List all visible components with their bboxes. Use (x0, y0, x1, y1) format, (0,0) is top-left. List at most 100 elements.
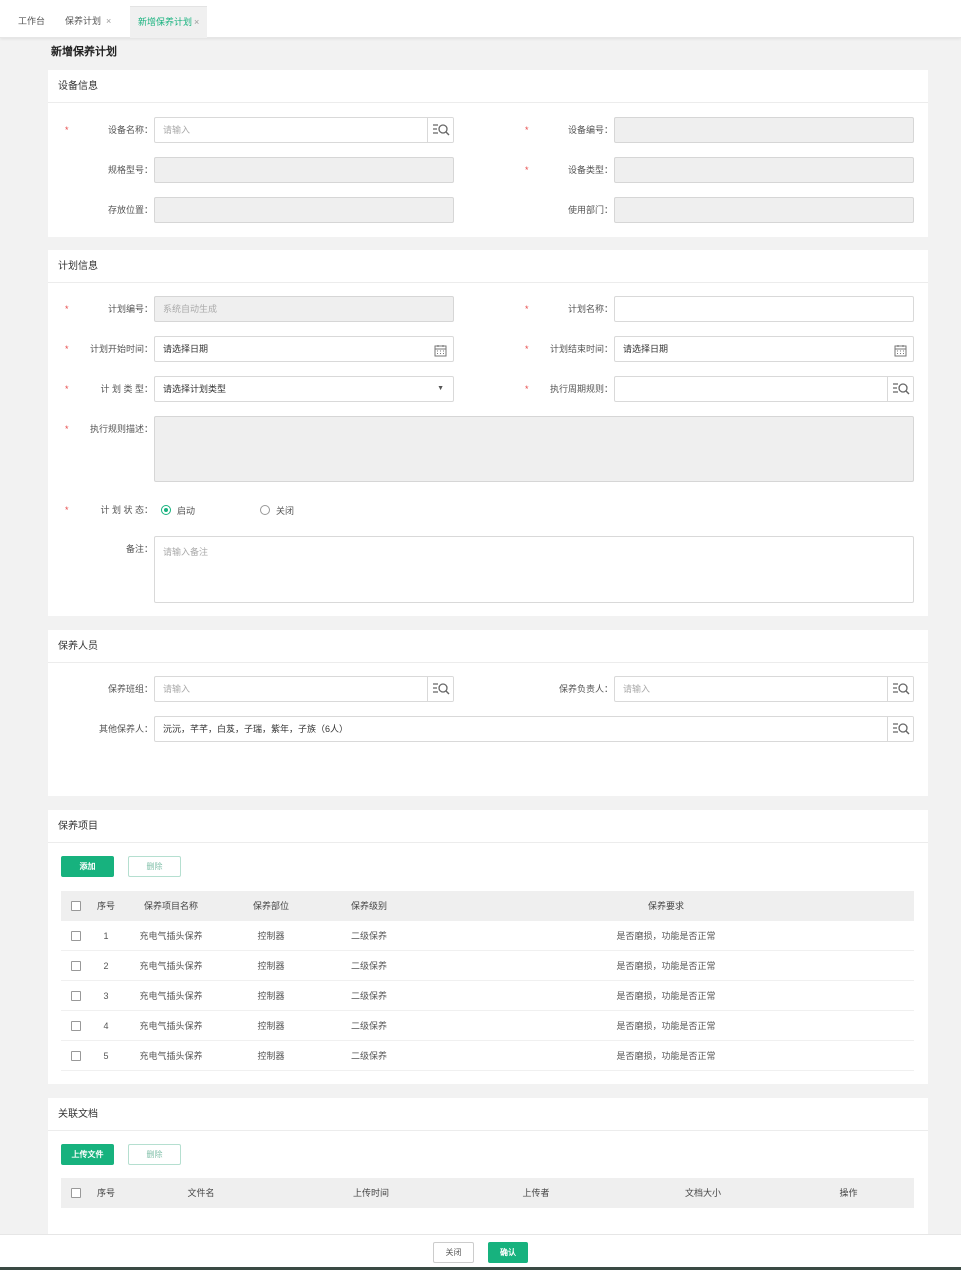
section-title: 保养人员 (48, 630, 928, 663)
row-checkbox[interactable] (71, 1021, 81, 1031)
lookup-search-icon[interactable] (887, 377, 913, 401)
select-all-checkbox[interactable] (71, 1188, 81, 1198)
table-row[interactable]: 3 充电气插头保养 控制器 二级保养 是否磨损，功能是否正常 (61, 981, 914, 1011)
column-header: 序号 (96, 901, 115, 911)
plan-no-field: 系统自动生成 (154, 296, 454, 322)
device-type-label: 设备类型： (567, 165, 613, 175)
table-cell: 二级保养 (350, 961, 387, 971)
table-cell: 3 (103, 991, 109, 1001)
radio-selected-icon[interactable] (161, 505, 171, 515)
page-title: 新增保养计划 (51, 46, 117, 58)
table-cell: 充电气插头保养 (139, 931, 203, 941)
column-header: 上传时间 (352, 1188, 389, 1198)
lookup-search-icon[interactable] (887, 677, 913, 701)
location-field (154, 197, 454, 223)
delete-doc-button[interactable]: 删除 (128, 1144, 181, 1165)
column-header: 保养部位 (252, 901, 289, 911)
leader-input[interactable]: 请输入 (614, 676, 914, 702)
table-header: 序号 文件名 上传时间 上传者 文档大小 操作 (61, 1178, 914, 1208)
calendar-icon[interactable] (434, 342, 447, 361)
add-item-button[interactable]: 添加 (61, 856, 114, 877)
required-mark: * (65, 344, 69, 354)
row-checkbox[interactable] (71, 931, 81, 941)
close-icon[interactable]: × (194, 17, 199, 27)
row-checkbox[interactable] (71, 961, 81, 971)
table-cell: 4 (103, 1021, 109, 1031)
cycle-rule-input[interactable] (614, 376, 914, 402)
column-header: 序号 (96, 1188, 115, 1198)
chevron-down-icon[interactable]: ▼ (437, 377, 444, 401)
lookup-search-icon[interactable] (427, 118, 453, 142)
plan-name-label: 计划名称： (567, 304, 613, 314)
upload-file-button[interactable]: 上传文件 (61, 1144, 114, 1165)
status-radio-off[interactable]: 关闭 (260, 497, 294, 523)
section-title: 关联文档 (48, 1098, 928, 1131)
lookup-search-icon[interactable] (887, 717, 913, 741)
table-row[interactable]: 4 充电气插头保养 控制器 二级保养 是否磨损，功能是否正常 (61, 1011, 914, 1041)
required-mark: * (525, 165, 529, 175)
calendar-icon[interactable] (894, 342, 907, 361)
table-cell: 是否磨损，功能是否正常 (616, 961, 716, 971)
table-row[interactable]: 2 充电气插头保养 控制器 二级保养 是否磨损，功能是否正常 (61, 951, 914, 981)
table-cell: 控制器 (257, 1051, 285, 1061)
remark-textarea[interactable]: 请输入备注 (154, 536, 914, 603)
end-date-picker[interactable]: 请选择日期 (614, 336, 914, 362)
table-cell: 控制器 (257, 961, 285, 971)
table-cell: 1 (103, 931, 109, 941)
table-cell: 二级保养 (350, 1021, 387, 1031)
required-mark: * (525, 344, 529, 354)
device-name-input[interactable]: 请输入 (154, 117, 454, 143)
staff-card: 保养人员 保养班组： 请输入 保养负责人： 请输入 其他保养人： 沅沅，芊芊，白… (48, 630, 928, 796)
tab-maintenance-plan[interactable]: 保养计划 × (57, 6, 119, 38)
tab-new-maintenance-plan[interactable]: 新增保养计划 × (130, 6, 208, 38)
table-cell: 2 (103, 961, 109, 971)
radio-icon[interactable] (260, 505, 270, 515)
team-label: 保养班组： (107, 684, 153, 694)
tab-bar: 工作台 保养计划 × 新增保养计划 × (0, 0, 961, 38)
plan-status-label: 计 划 状 态： (100, 505, 153, 515)
table-row[interactable]: 1 充电气插头保养 控制器 二级保养 是否磨损，功能是否正常 (61, 921, 914, 951)
required-mark: * (65, 384, 69, 394)
column-header: 保养项目名称 (143, 901, 198, 911)
required-mark: * (65, 304, 69, 314)
table-cell: 控制器 (257, 1021, 285, 1031)
column-header: 保养级别 (350, 901, 387, 911)
dept-label: 使用部门： (567, 205, 613, 215)
footer-bar: 关闭 确认 (0, 1234, 961, 1270)
lookup-search-icon[interactable] (427, 677, 453, 701)
docs-card: 关联文档 上传文件 删除 序号 文件名 上传时间 上传者 文档大小 操作 (48, 1098, 928, 1238)
status-radio-on[interactable]: 启动 (161, 497, 195, 523)
others-label: 其他保养人： (98, 724, 153, 734)
table-row[interactable]: 5 充电气插头保养 控制器 二级保养 是否磨损，功能是否正常 (61, 1041, 914, 1071)
device-no-label: 设备编号： (567, 125, 613, 135)
row-checkbox[interactable] (71, 991, 81, 1001)
device-info-card: 设备信息 * 设备名称： 请输入 * 设备编号： 规格型号： * 设备类型： 存… (48, 70, 928, 237)
confirm-button[interactable]: 确认 (488, 1242, 528, 1263)
column-header: 保养要求 (647, 901, 684, 911)
row-checkbox[interactable] (71, 1051, 81, 1061)
select-all-checkbox[interactable] (71, 901, 81, 911)
leader-label: 保养负责人： (558, 684, 613, 694)
table-cell: 是否磨损，功能是否正常 (616, 991, 716, 1001)
docs-table: 序号 文件名 上传时间 上传者 文档大小 操作 (61, 1178, 914, 1208)
section-title: 保养项目 (48, 810, 928, 843)
required-mark: * (65, 505, 69, 515)
cycle-rule-label: 执行周期规则： (549, 384, 613, 394)
rule-desc-label: 执行规则描述： (89, 424, 153, 434)
plan-type-select[interactable]: 请选择计划类型 ▼ (154, 376, 454, 402)
tab-workbench[interactable]: 工作台 (10, 6, 53, 38)
plan-info-card: 计划信息 * 计划编号： 系统自动生成 * 计划名称： * 计划开始时间： 请选… (48, 250, 928, 616)
plan-name-input[interactable] (614, 296, 914, 322)
others-input[interactable]: 沅沅，芊芊，白芨，子瑞，紫年，子族（6人） (154, 716, 914, 742)
table-cell: 充电气插头保养 (139, 1021, 203, 1031)
close-button[interactable]: 关闭 (433, 1242, 474, 1263)
required-mark: * (525, 125, 529, 135)
table-header: 序号 保养项目名称 保养部位 保养级别 保养要求 (61, 891, 914, 921)
spec-field (154, 157, 454, 183)
items-card: 保养项目 添加 删除 序号 保养项目名称 保养部位 保养级别 保养要求 1 充电… (48, 810, 928, 1084)
spec-label: 规格型号： (107, 165, 153, 175)
close-icon[interactable]: × (106, 16, 111, 26)
start-date-picker[interactable]: 请选择日期 (154, 336, 454, 362)
team-input[interactable]: 请输入 (154, 676, 454, 702)
delete-item-button[interactable]: 删除 (128, 856, 181, 877)
